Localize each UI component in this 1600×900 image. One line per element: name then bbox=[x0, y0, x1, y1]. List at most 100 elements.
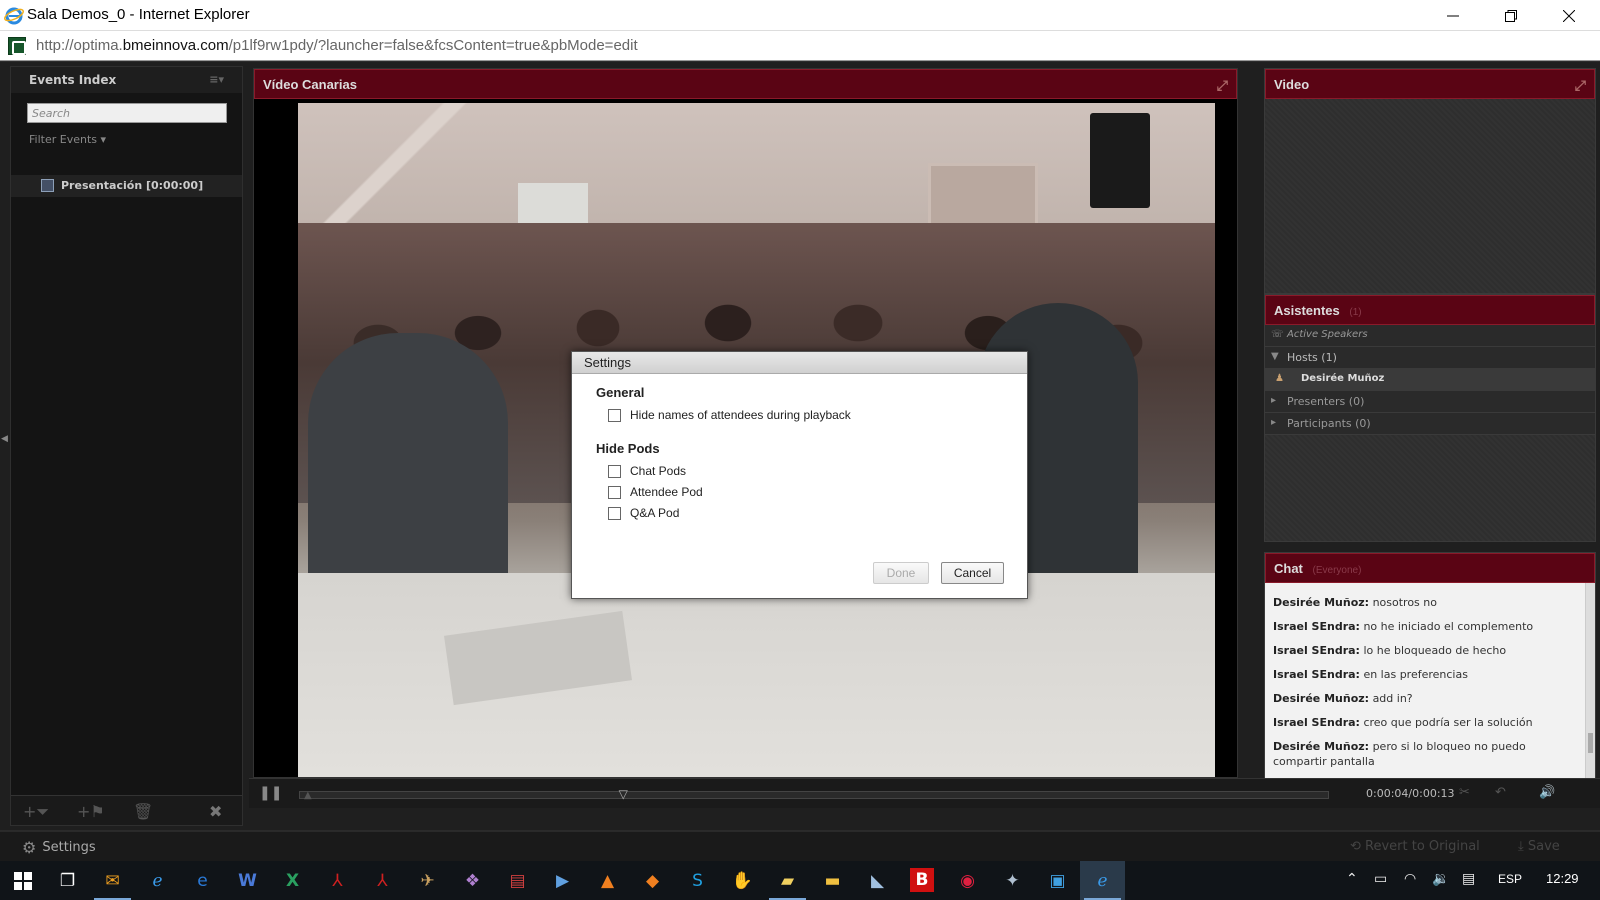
save-button[interactable]: ⤓ Save bbox=[1518, 839, 1560, 854]
video-pod-header: Vídeo Canarias ⤢ bbox=[254, 69, 1237, 99]
address-bar[interactable]: http://optima.bmeinnova.com/p1lf9rw1pdy/… bbox=[0, 31, 1600, 61]
app-icon[interactable]: ◣ bbox=[855, 861, 900, 900]
chat-message: Desirée Muñoz: add in? bbox=[1273, 692, 1413, 705]
skype-icon[interactable]: S bbox=[675, 861, 720, 900]
restore-icon bbox=[1505, 9, 1517, 22]
chat-scrollbar[interactable] bbox=[1585, 583, 1595, 787]
avast-icon[interactable]: ◆ bbox=[630, 861, 675, 900]
close-window-button[interactable] bbox=[1540, 0, 1598, 31]
start-button[interactable] bbox=[0, 861, 45, 900]
app-icon[interactable]: ◉ bbox=[945, 861, 990, 900]
hosts-group[interactable]: ▼ Hosts (1) bbox=[1265, 347, 1595, 369]
outlook-icon[interactable]: ✉ bbox=[90, 861, 135, 900]
filter-events-dropdown[interactable]: Filter Events ▾ bbox=[29, 133, 106, 146]
active-speakers-row[interactable]: ☏ Active Speakers bbox=[1265, 325, 1595, 347]
app-icon[interactable]: ▰ bbox=[765, 861, 810, 900]
word-icon[interactable]: W bbox=[225, 861, 270, 900]
playback-scrubber[interactable]: ▲ ▽ bbox=[299, 787, 1329, 801]
dialog-title: Settings bbox=[572, 352, 1027, 374]
vlc-icon[interactable]: ▲ bbox=[585, 861, 630, 900]
acrobat-reader-icon[interactable]: ⅄ bbox=[360, 861, 405, 900]
acrobat-icon[interactable]: ⅄ bbox=[315, 861, 360, 900]
right-video-header: Video ⤢ bbox=[1265, 69, 1595, 99]
event-marker-icon: ▲ bbox=[304, 790, 312, 801]
events-toolbar: +⏷ +⚑ 🗑 ✖ bbox=[11, 795, 242, 825]
chat-scope: (Everyone) bbox=[1312, 565, 1362, 576]
events-index-panel: Events Index ≡▾ Search Filter Events ▾ P… bbox=[10, 66, 243, 826]
participants-group[interactable]: ▸ Participants (0) bbox=[1265, 413, 1595, 435]
slide-icon bbox=[41, 179, 54, 192]
media-player-icon[interactable]: ▶ bbox=[540, 861, 585, 900]
minimize-button[interactable] bbox=[1424, 0, 1482, 31]
task-view-icon[interactable]: ❐ bbox=[45, 861, 90, 900]
ie-active-icon[interactable]: ℯ bbox=[1080, 861, 1125, 900]
presenters-group[interactable]: ▸ Presenters (0) bbox=[1265, 391, 1595, 413]
window-title: Sala Demos_0 - Internet Explorer bbox=[27, 6, 250, 23]
app-icon[interactable]: ❖ bbox=[450, 861, 495, 900]
search-input[interactable]: Search bbox=[27, 103, 227, 123]
scrubber-handle[interactable]: ▽ bbox=[619, 787, 628, 801]
right-video-title: Video bbox=[1274, 77, 1310, 92]
cut-icon[interactable]: ✂ bbox=[1459, 785, 1470, 800]
chat-pod: Chat (Everyone) Desirée Muñoz: nosotros … bbox=[1264, 552, 1596, 788]
qa-pod-checkbox[interactable]: Q&A Pod bbox=[608, 506, 679, 520]
chat-messages: Desirée Muñoz: nosotros no Israel SEndra… bbox=[1265, 583, 1587, 787]
trash-icon[interactable]: 🗑 bbox=[133, 802, 153, 821]
revert-to-original-button[interactable]: ⟲ Revert to Original bbox=[1350, 839, 1480, 854]
done-button[interactable]: Done bbox=[873, 562, 929, 584]
ie-icon[interactable]: ℯ bbox=[135, 861, 180, 900]
edge-icon[interactable]: e bbox=[180, 861, 225, 900]
restore-button[interactable] bbox=[1482, 0, 1540, 31]
pause-button[interactable]: ❚❚ bbox=[259, 785, 282, 801]
attendees-header: Asistentes (1) bbox=[1265, 295, 1595, 325]
attendee-pod-checkbox[interactable]: Attendee Pod bbox=[608, 485, 703, 499]
chevron-down-icon: ▾ bbox=[100, 133, 107, 146]
maximize-icon[interactable]: ⤢ bbox=[1575, 77, 1586, 94]
clock[interactable]: 12:29 bbox=[1546, 871, 1579, 886]
notifications-icon[interactable]: ▤ bbox=[1462, 871, 1475, 887]
close-icon bbox=[1563, 9, 1575, 22]
chevron-up-icon[interactable]: ⌃ bbox=[1346, 871, 1358, 887]
chat-header: Chat (Everyone) bbox=[1265, 553, 1595, 583]
maximize-icon[interactable]: ⤢ bbox=[1217, 77, 1228, 94]
checkbox-icon[interactable] bbox=[608, 506, 621, 520]
minimize-icon bbox=[1447, 15, 1459, 16]
battery-icon[interactable]: ▭ bbox=[1374, 871, 1387, 887]
file-explorer-icon[interactable]: ▬ bbox=[810, 861, 855, 900]
attendee-host-desiree[interactable]: ♟ Desirée Muñoz bbox=[1265, 369, 1595, 391]
settings-dialog: Settings General Hide names of attendees… bbox=[571, 351, 1028, 599]
app-icon[interactable]: ▣ bbox=[1035, 861, 1080, 900]
app-icon[interactable]: ✦ bbox=[990, 861, 1035, 900]
triangle-down-icon: ▼ bbox=[1271, 351, 1279, 362]
tools-icon[interactable]: ✖ bbox=[209, 802, 222, 821]
hide-names-checkbox[interactable]: Hide names of attendees during playback bbox=[608, 408, 851, 422]
chat-message: Desirée Muñoz: nosotros no bbox=[1273, 596, 1437, 609]
checkbox-icon[interactable] bbox=[608, 464, 621, 478]
chat-pods-checkbox[interactable]: Chat Pods bbox=[608, 464, 686, 478]
checkbox-icon[interactable] bbox=[608, 408, 621, 422]
checkbox-icon[interactable] bbox=[608, 485, 621, 499]
event-item[interactable]: Presentación [0:00:00] bbox=[11, 175, 242, 197]
url-text[interactable]: http://optima.bmeinnova.com/p1lf9rw1pdy/… bbox=[36, 37, 638, 54]
general-heading: General bbox=[596, 385, 645, 400]
settings-button[interactable]: ⚙ Settings bbox=[22, 838, 96, 857]
chat-title: Chat bbox=[1274, 561, 1303, 576]
add-filter-icon[interactable]: +⏷ bbox=[23, 802, 49, 822]
volume-icon[interactable]: 🔉 bbox=[1432, 871, 1449, 887]
phone-icon: ☏ bbox=[1271, 329, 1284, 340]
app-b-icon[interactable]: B bbox=[910, 868, 934, 892]
language-indicator[interactable]: ESP bbox=[1498, 872, 1522, 886]
panel-menu-icon[interactable]: ≡▾ bbox=[209, 73, 224, 86]
attendee-count: (1) bbox=[1349, 307, 1362, 318]
cancel-button[interactable]: Cancel bbox=[941, 562, 1004, 584]
wifi-icon[interactable]: ◠ bbox=[1404, 871, 1416, 887]
app-icon[interactable]: ✋ bbox=[720, 861, 765, 900]
excel-icon[interactable]: X bbox=[270, 861, 315, 900]
undo-icon[interactable]: ↶ bbox=[1495, 785, 1506, 800]
volume-icon[interactable]: 🔊 bbox=[1539, 785, 1555, 800]
collapse-arrow-icon[interactable]: ◀ bbox=[1, 434, 8, 444]
app-icon[interactable]: ✈ bbox=[405, 861, 450, 900]
add-bookmark-icon[interactable]: +⚑ bbox=[77, 802, 105, 821]
loudspeaker bbox=[1090, 113, 1150, 208]
app-icon[interactable]: ▤ bbox=[495, 861, 540, 900]
